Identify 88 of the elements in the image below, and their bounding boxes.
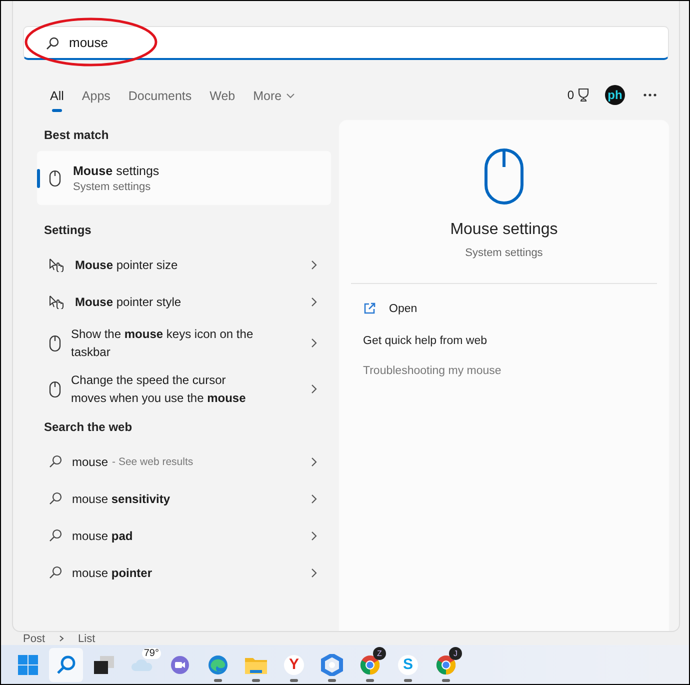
result-text: Mouse pointer size	[75, 256, 179, 274]
taskbar-button[interactable]: Z	[353, 648, 387, 682]
profile-badge: J	[449, 646, 462, 660]
web-result[interactable]: mouse sensitivity	[37, 480, 331, 517]
browser-wave-icon	[208, 654, 228, 674]
running-indicator	[328, 678, 336, 682]
filter-tab[interactable]: All	[43, 83, 71, 113]
caret-icon	[286, 93, 295, 99]
chevron-icon	[311, 384, 317, 394]
web-result[interactable]: mouse pointer	[37, 554, 331, 591]
section-heading: Settings	[43, 222, 92, 239]
chevron-icon	[311, 568, 317, 578]
chevron-icon	[311, 296, 317, 306]
search-field[interactable]: mouse	[23, 26, 669, 60]
running-indicator	[442, 678, 450, 682]
result-text: mouse sensitivity	[72, 490, 170, 508]
running-indicator	[404, 678, 412, 682]
help-heading: Get quick help from web	[362, 334, 488, 347]
preview-title: Mouse settings	[450, 221, 558, 239]
video-chat-icon	[170, 654, 190, 674]
chevron-icon	[59, 635, 64, 642]
chrome-icon	[436, 654, 456, 674]
breadcrumb-item: List	[78, 632, 96, 644]
more-options-icon[interactable]	[643, 93, 657, 97]
profile-badge: Z	[373, 646, 386, 660]
mouse-icon	[484, 148, 524, 205]
filter-tab[interactable]: Documents	[121, 83, 199, 113]
result-text: Change the speed the cursor moves when you use the mouse	[71, 372, 247, 407]
taskbar-button[interactable]: 79°	[125, 648, 159, 682]
chevron-icon	[311, 338, 317, 348]
running-indicator	[290, 678, 298, 682]
search-icon	[49, 492, 62, 505]
filter-tab[interactable]: Web	[202, 83, 242, 113]
app-letter-icon: S	[398, 654, 418, 674]
folder-icon	[245, 656, 267, 674]
search-icon	[49, 529, 62, 542]
settings-result[interactable]: Mouse pointer size	[37, 246, 331, 283]
mouse-icon	[49, 170, 61, 186]
windows-logo-icon	[18, 654, 38, 674]
result-text: mouse pointer	[72, 564, 152, 582]
breadcrumb-item: Post	[23, 632, 46, 644]
app-letter-icon: Y	[284, 654, 304, 674]
search-icon	[46, 37, 59, 50]
hexagon-app-icon	[321, 654, 343, 676]
chevron-icon	[311, 530, 317, 540]
web-result[interactable]: mouse pad	[37, 517, 331, 554]
chevron-icon	[311, 456, 317, 466]
taskbar-button[interactable]: J	[429, 648, 463, 682]
filter-tab[interactable]: More	[246, 83, 302, 113]
chevron-icon	[311, 494, 317, 504]
pointer-hand-icon	[49, 294, 65, 308]
result-title: Mouse settings	[73, 164, 160, 178]
search-icon	[56, 654, 76, 674]
open-external-icon	[363, 302, 376, 315]
chevron-icon	[311, 260, 317, 270]
result-text: mouse pad	[72, 528, 133, 544]
cloud-icon	[131, 658, 153, 670]
result-text: Show the mouse keys icon on the taskbar	[71, 326, 254, 361]
result-subtitle: System settings	[73, 180, 152, 192]
open-action[interactable]: Open	[351, 298, 430, 319]
search-icon	[49, 455, 62, 468]
chrome-icon	[360, 654, 380, 674]
help-link[interactable]: Troubleshooting my mouse	[351, 347, 514, 377]
pointer-hand-icon	[49, 258, 65, 272]
best-match-item[interactable]: Mouse settings System settings	[37, 151, 331, 205]
settings-result[interactable]: Mouse pointer style	[37, 283, 331, 320]
mouse-icon	[49, 380, 61, 398]
result-text: mouse	[72, 454, 108, 470]
search-icon	[49, 566, 62, 579]
result-hint: - See web results	[112, 456, 194, 468]
running-indicator	[252, 678, 260, 682]
settings-result[interactable]: Show the mouse keys icon on the taskbar	[37, 320, 331, 366]
settings-result[interactable]: Change the speed the cursor moves when you use the mouse	[37, 366, 331, 412]
temperature-label: 79°	[142, 648, 161, 658]
taskbar-button[interactable]: Y	[277, 648, 311, 682]
section-heading: Search the web	[43, 419, 134, 436]
task-view-icon	[94, 656, 114, 674]
points-count: 0	[567, 88, 574, 102]
running-indicator	[214, 678, 222, 682]
trophy-icon	[577, 88, 590, 102]
preview-subtitle: System settings	[465, 247, 543, 259]
running-indicator	[366, 678, 374, 682]
mouse-icon	[49, 334, 61, 352]
result-text: Mouse pointer style	[75, 294, 182, 310]
web-result[interactable]: mouse - See web results	[37, 443, 331, 480]
filter-tab[interactable]: Apps	[74, 83, 118, 113]
account-avatar[interactable]: ph	[605, 85, 625, 105]
section-heading: Best match	[43, 127, 110, 144]
